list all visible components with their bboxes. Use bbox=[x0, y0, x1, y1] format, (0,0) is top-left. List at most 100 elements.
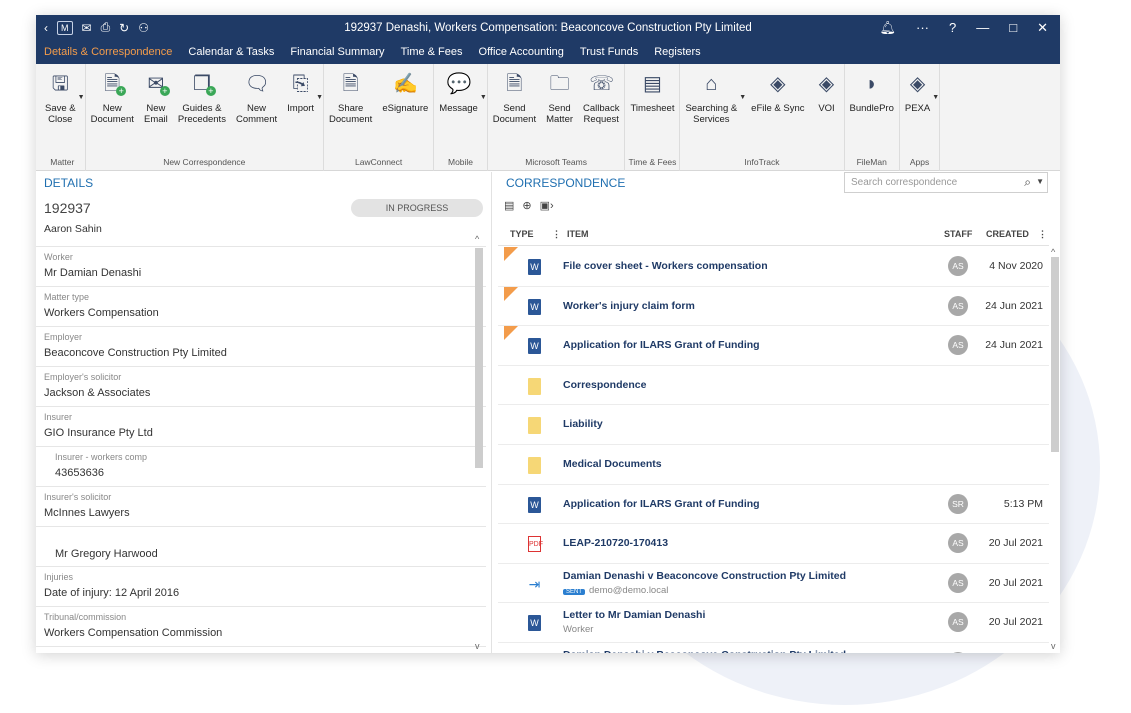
comment-button[interactable]: 🗨 New Comment bbox=[231, 70, 282, 155]
print-icon[interactable]: ⎙ bbox=[101, 20, 111, 35]
created-date: 20 Jul 2021 bbox=[988, 616, 1043, 629]
detail-field[interactable]: Worker Mr Damian Denashi bbox=[36, 246, 486, 286]
ribbon-button-label: Save & Close bbox=[45, 103, 76, 125]
table-row[interactable]: Medical Documents bbox=[498, 445, 1049, 485]
search-input[interactable]: Search correspondence ⌕ ▼ bbox=[844, 172, 1048, 193]
detail-field[interactable]: Tribunal/commission Workers Compensation … bbox=[36, 606, 486, 646]
help-icon[interactable]: ? bbox=[949, 20, 956, 36]
chevron-down-icon[interactable]: ▼ bbox=[78, 94, 85, 101]
col-type[interactable]: TYPE bbox=[510, 229, 534, 239]
table-row[interactable]: PDF LEAP-210720-170413 AS 20 Jul 2021 bbox=[498, 524, 1049, 564]
table-row[interactable]: Liability bbox=[498, 405, 1049, 445]
correspondence-scroll-thumb[interactable] bbox=[1051, 257, 1059, 452]
item-title[interactable]: File cover sheet - Workers compensation bbox=[563, 260, 768, 272]
col-item[interactable]: ITEM bbox=[567, 229, 589, 239]
tab-financial-summary[interactable]: Financial Summary bbox=[282, 40, 392, 64]
send-document-button[interactable]: 🗎 Send Document bbox=[488, 70, 541, 155]
item-title[interactable]: Medical Documents bbox=[563, 458, 662, 470]
details-scrollbar[interactable]: ^ v bbox=[473, 234, 484, 653]
bell-icon[interactable]: 🔔︎ bbox=[879, 20, 896, 36]
detail-field[interactable]: Mr Gregory Harwood bbox=[36, 526, 486, 566]
send-matter-button[interactable]: 🗀 Send Matter bbox=[541, 70, 578, 155]
scroll-down-icon[interactable]: v bbox=[475, 641, 480, 651]
chevron-down-icon[interactable]: ▼ bbox=[316, 94, 323, 101]
detail-field[interactable]: Employer's solicitor Jackson & Associates bbox=[36, 366, 486, 406]
item-title[interactable]: Application for ILARS Grant of Funding bbox=[563, 339, 760, 351]
new-email-button[interactable]: ✉ New Email bbox=[139, 70, 173, 155]
table-row[interactable]: W Worker's injury claim form AS 24 Jun 2021 bbox=[498, 286, 1049, 327]
refresh-icon[interactable]: ↻ bbox=[119, 21, 129, 35]
guides-button[interactable]: ❐ Guides & Precedents bbox=[173, 70, 231, 155]
table-row[interactable]: W Letter to Mr Damian Denashi Worker AS 20 J… bbox=[498, 603, 1049, 643]
more-icon[interactable]: ··· bbox=[916, 20, 929, 36]
table-row[interactable]: W File cover sheet - Workers compensation… bbox=[498, 247, 1049, 287]
message-button[interactable]: 💬 Message bbox=[434, 70, 483, 155]
table-row[interactable]: ⇥Damian Denashi v Beaconcove Constructio… bbox=[498, 643, 1049, 653]
tab-registers[interactable]: Registers bbox=[646, 40, 708, 64]
close-icon[interactable]: ✕ bbox=[1037, 20, 1048, 36]
searching-button[interactable]: ⌂ Searching & Services bbox=[680, 70, 742, 155]
callback-button[interactable]: ☏ Callback Request bbox=[578, 70, 624, 155]
item-title[interactable]: Damian Denashi v Beaconcove Construction… bbox=[563, 649, 846, 653]
chevron-down-icon[interactable]: ▼ bbox=[1036, 177, 1044, 186]
tab-trust-funds[interactable]: Trust Funds bbox=[572, 40, 646, 64]
efile-button[interactable]: ◈ eFile & Sync bbox=[746, 70, 809, 155]
col-created[interactable]: CREATED bbox=[986, 229, 1029, 239]
add-document-icon[interactable]: ⊕ bbox=[522, 199, 531, 212]
move-document-icon[interactable]: ▣› bbox=[540, 199, 554, 212]
chevron-down-icon[interactable]: ▼ bbox=[932, 94, 939, 101]
timesheet-button[interactable]: ▤ Timesheet bbox=[625, 70, 679, 155]
pexa-button[interactable]: ◈ PEXA bbox=[900, 70, 935, 155]
col-menu-icon[interactable]: ⋮ bbox=[1038, 229, 1047, 240]
table-row[interactable]: W Application for ILARS Grant of Funding S… bbox=[498, 485, 1049, 525]
maximize-icon[interactable]: □ bbox=[1009, 20, 1017, 36]
detail-field[interactable]: Insurer's solicitor McInnes Lawyers bbox=[36, 486, 486, 526]
scroll-up-icon[interactable]: ^ bbox=[475, 234, 479, 244]
detail-field[interactable]: Insurer - workers comp 43653636 bbox=[36, 446, 486, 486]
item-title[interactable]: Application for ILARS Grant of Funding bbox=[563, 498, 760, 510]
table-row[interactable]: Correspondence bbox=[498, 366, 1049, 406]
ribbon-group-label: Microsoft Teams bbox=[525, 157, 587, 167]
tools-icon[interactable]: ⚇ bbox=[138, 21, 149, 35]
search-icon[interactable]: ⌕ bbox=[1024, 175, 1031, 190]
minimize-icon[interactable]: — bbox=[976, 20, 989, 36]
tab-time-fees[interactable]: Time & Fees bbox=[393, 40, 471, 64]
voi-button[interactable]: ◈ VOI bbox=[810, 70, 844, 155]
table-row[interactable]: W Application for ILARS Grant of Funding A… bbox=[498, 326, 1049, 366]
ribbon-group-buttons: ◈ PEXA ▼ bbox=[900, 64, 939, 155]
item-title[interactable]: Liability bbox=[563, 418, 603, 430]
correspondence-scrollbar[interactable]: ^ v bbox=[1049, 247, 1060, 653]
item-title[interactable]: Correspondence bbox=[563, 379, 646, 391]
tab-office-accounting[interactable]: Office Accounting bbox=[471, 40, 572, 64]
scroll-up-icon[interactable]: ^ bbox=[1051, 247, 1055, 257]
detail-field[interactable]: Injuries Date of injury: 12 April 2016 bbox=[36, 566, 486, 606]
table-row[interactable]: ⇥Damian Denashi v Beaconcove Constructio… bbox=[498, 564, 1049, 604]
item-title[interactable]: Damian Denashi v Beaconcove Construction… bbox=[563, 570, 846, 582]
detail-field[interactable]: Employer Beaconcove Construction Pty Limi… bbox=[36, 326, 486, 366]
share-document-button[interactable]: 🗎 Share Document bbox=[324, 70, 377, 155]
chevron-down-icon[interactable]: ▼ bbox=[480, 94, 487, 101]
detail-field[interactable]: Insurer GIO Insurance Pty Ltd bbox=[36, 406, 486, 446]
chevron-down-icon[interactable]: ▼ bbox=[739, 94, 746, 101]
layout-icon[interactable]: ▤ bbox=[504, 199, 514, 212]
matter-badge-icon[interactable]: M bbox=[57, 20, 73, 35]
email-icon[interactable]: ✉ bbox=[82, 21, 92, 35]
import-button[interactable]: ⎘ Import bbox=[282, 70, 319, 155]
item-title[interactable]: LEAP-210720-170413 bbox=[563, 537, 668, 549]
details-scroll-thumb[interactable] bbox=[475, 248, 483, 468]
scroll-down-icon[interactable]: v bbox=[1051, 641, 1056, 651]
floppy-button[interactable]: 🖫 Save & Close bbox=[40, 70, 81, 155]
bundlepro-button[interactable]: ◗ BundlePro bbox=[845, 70, 899, 155]
new-document-button[interactable]: 🗎 New Document bbox=[86, 70, 139, 155]
tab-calendar-tasks[interactable]: Calendar & Tasks bbox=[180, 40, 282, 64]
tab-details-correspondence[interactable]: Details & Correspondence bbox=[36, 40, 180, 64]
detail-field[interactable]: Tribunal no. bbox=[36, 646, 486, 653]
back-icon[interactable]: ‹ bbox=[44, 21, 48, 35]
col-sep-icon[interactable]: ⋮ bbox=[552, 229, 561, 240]
item-title[interactable]: Worker's injury claim form bbox=[563, 300, 695, 312]
col-staff[interactable]: STAFF bbox=[944, 229, 972, 239]
status-badge[interactable]: IN PROGRESS bbox=[351, 199, 483, 217]
item-title[interactable]: Letter to Mr Damian Denashi bbox=[563, 609, 705, 621]
detail-field[interactable]: Matter type Workers Compensation bbox=[36, 286, 486, 326]
esignature-button[interactable]: ✍ eSignature bbox=[377, 70, 433, 155]
